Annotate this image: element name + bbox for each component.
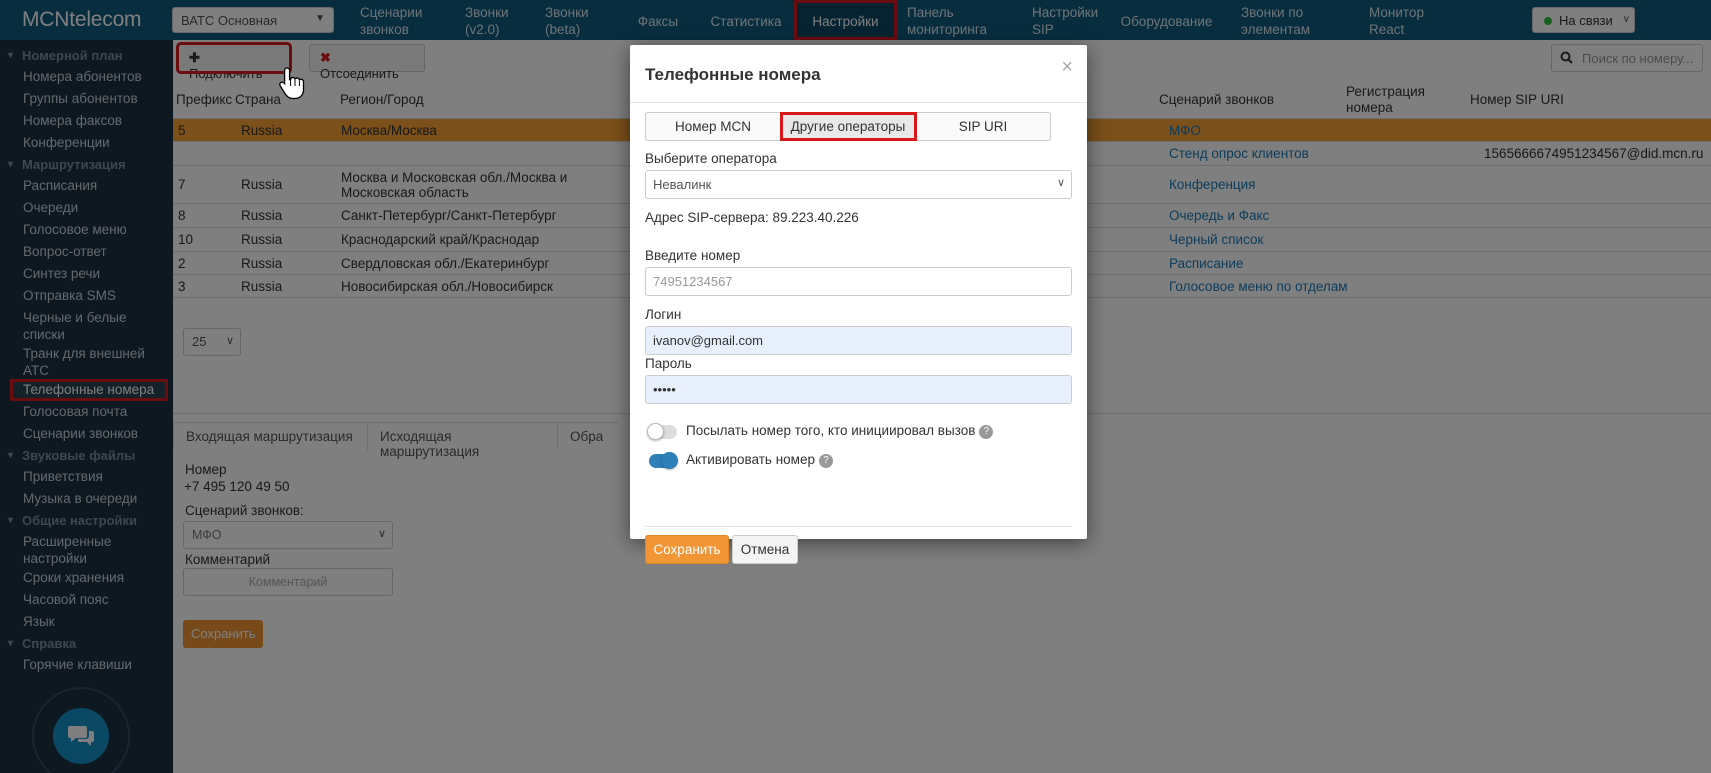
help-icon[interactable]: ? <box>979 425 994 439</box>
close-icon[interactable]: × <box>1061 56 1073 79</box>
help-icon[interactable]: ? <box>818 454 833 468</box>
toggle-knob <box>647 423 664 440</box>
save-button[interactable]: Сохранить <box>645 535 729 564</box>
cancel-button[interactable]: Отмена <box>732 535 798 564</box>
phone-numbers-modal: Телефонные номера × Номер MCN Другие опе… <box>630 45 1087 564</box>
tab-mcn-number[interactable]: Номер MCN <box>646 113 781 140</box>
activate-number-label-wrap: Активировать номер? <box>686 452 833 468</box>
number-input[interactable]: 74951234567 <box>645 267 1072 296</box>
send-caller-id-label-wrap: Посылать номер того, кто инициировал выз… <box>686 423 994 439</box>
chevron-down-icon: ∨ <box>1056 177 1065 189</box>
send-caller-id-label: Посылать номер того, кто инициировал выз… <box>686 423 976 438</box>
toggle-knob <box>661 452 678 469</box>
tab-sip-uri[interactable]: SIP URI <box>916 113 1050 140</box>
number-input-label: Введите номер <box>645 248 741 263</box>
operator-select-value: Невалинк <box>653 177 712 192</box>
sip-server-address: Адрес SIP-сервера: 89.223.40.226 <box>645 210 859 225</box>
password-input[interactable]: ••••• <box>645 375 1072 404</box>
modal-header-divider <box>630 102 1087 103</box>
tab-other-operators[interactable]: Другие операторы <box>780 112 917 141</box>
login-label: Логин <box>645 307 682 322</box>
activate-number-label: Активировать номер <box>686 452 815 467</box>
activate-number-toggle[interactable] <box>649 452 678 469</box>
operator-label: Выберите оператора <box>645 151 777 166</box>
modal-footer-divider <box>645 526 1072 527</box>
send-caller-id-toggle[interactable] <box>647 423 677 440</box>
login-input[interactable]: ivanov@gmail.com <box>645 326 1072 355</box>
modal-title: Телефонные номера <box>645 65 821 84</box>
operator-select[interactable]: Невалинк ∨ <box>645 170 1072 199</box>
app-root: MCNtelecom ВАТС Основная ▼ Сценарии звон… <box>0 0 1711 773</box>
provider-tabs: Номер MCN Другие операторы SIP URI <box>645 112 1051 141</box>
password-label: Пароль <box>645 356 692 371</box>
hand-cursor-icon <box>278 66 306 103</box>
